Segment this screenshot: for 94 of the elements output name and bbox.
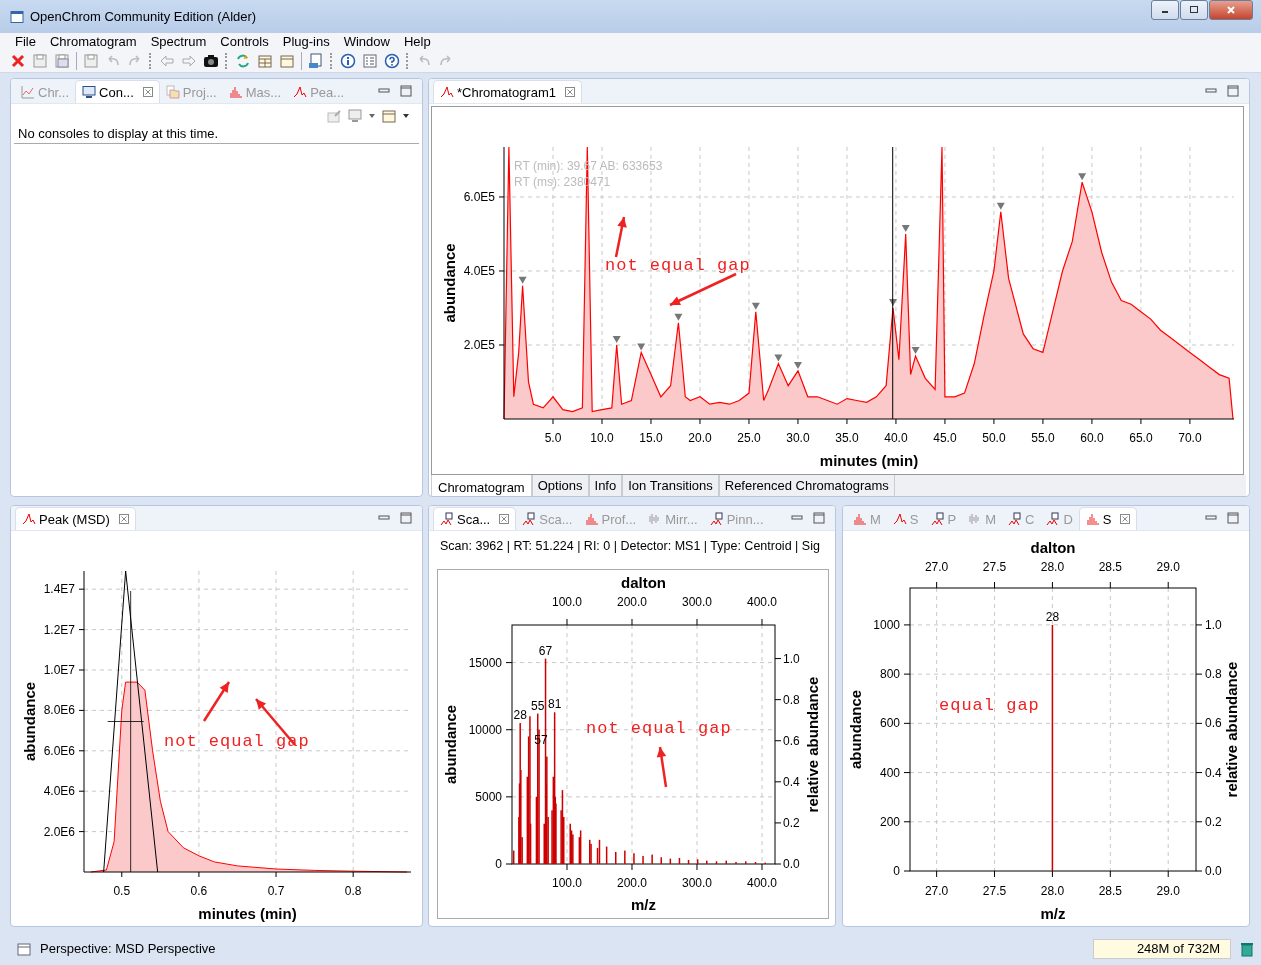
tick-label: 6.0E5 (463, 189, 495, 204)
tick-label: 0.2 (783, 815, 800, 830)
tick-label: 1000 (873, 617, 900, 632)
tick-label: 200 (879, 814, 900, 829)
peak-label: 28 (1045, 609, 1060, 624)
tick-label: 0 (495, 857, 502, 871)
tick-label: 100.0 (552, 876, 582, 890)
tick-label: 400.0 (747, 876, 777, 890)
window-title: OpenChrom Community Edition (Alder) (30, 9, 257, 24)
tick-label: 300.0 (682, 876, 712, 890)
tick-label: 35.0 (835, 431, 859, 445)
tick-label: 1.4E7 (43, 582, 75, 597)
tick-label: 1.0E7 (43, 663, 75, 677)
axis-title: abundance (441, 243, 458, 323)
axis-title: minutes (min) (198, 905, 297, 922)
axis-title: m/z (1040, 905, 1066, 922)
axis-title: abundance (21, 681, 38, 762)
tick-label: 40.0 (884, 431, 908, 445)
scan-info: Scan: 3962 | RT: 51.224 | RI: 0 | Detector: MS1 | Type: Centroid | Sig (439, 539, 821, 555)
tick-label: 30.0 (786, 431, 810, 445)
tick-label: 0.2 (1205, 814, 1222, 829)
tick-label: 28.0 (1040, 560, 1065, 574)
tick-label: 300.0 (682, 595, 712, 609)
tick-label: 15000 (468, 655, 502, 670)
tick-label: 0.8 (783, 692, 800, 707)
tick-label: 10000 (468, 722, 502, 737)
tick-label: 28.5 (1098, 560, 1122, 574)
peak-label: 55 (531, 698, 545, 713)
tick-label: 4.0E6 (43, 784, 75, 799)
axis-title: dalton (1030, 539, 1076, 556)
axis-title: minutes (min) (819, 452, 919, 469)
tick-label: 27.5 (982, 884, 1007, 898)
tick-label: 60.0 (1080, 431, 1104, 445)
annotation-note: not equal gap (586, 719, 732, 738)
annotation-note: not equal gap (164, 732, 310, 751)
tick-label: 28.0 (1040, 884, 1065, 898)
perspective-label: Perspective: MSD Perspective (40, 941, 216, 956)
tick-label: 400.0 (747, 595, 777, 609)
tick-label: 1.2E7 (43, 622, 75, 637)
axis-title: relative abundance (1223, 661, 1240, 798)
tick-label: 0.0 (783, 857, 800, 871)
peak-label: 81 (547, 697, 562, 712)
tick-label: 28.5 (1098, 884, 1122, 898)
peak-label: 28 (513, 708, 527, 722)
tick-label: 20.0 (688, 431, 712, 445)
axis-title: dalton (621, 574, 666, 591)
tick-label: 200.0 (617, 595, 647, 609)
tick-label: 400 (879, 765, 900, 780)
tick-label: 10.0 (590, 431, 614, 445)
tick-label: 29.0 (1156, 884, 1180, 898)
tick-label: 4.0E5 (463, 263, 495, 278)
tick-label: 27.5 (982, 560, 1007, 574)
tick-label: 2.0E6 (43, 824, 75, 839)
tick-label: 0.8 (344, 884, 362, 898)
tick-label: 8.0E6 (43, 703, 75, 718)
tick-label: 5000 (475, 789, 502, 804)
tick-label: 6.0E6 (43, 743, 75, 758)
tick-label: 0.4 (1205, 765, 1222, 780)
memory-indicator: 248M of 732M (1093, 938, 1231, 959)
console-message: No consoles to display at this time. (14, 126, 419, 144)
tick-label: 29.0 (1156, 560, 1180, 574)
tick-label: 0.4 (783, 774, 800, 789)
tick-label: 0.0 (1205, 864, 1222, 878)
tick-label: 0.6 (190, 884, 208, 898)
tick-label: 45.0 (933, 431, 957, 445)
peak-label: 67 (538, 643, 553, 658)
tick-label: 1.0 (783, 651, 800, 666)
tick-label: 27.0 (924, 884, 949, 898)
tick-label: 800 (879, 667, 900, 682)
tick-label: 600 (879, 716, 900, 731)
tick-label: 15.0 (639, 431, 663, 445)
annotation-note: equal gap (939, 696, 1040, 715)
tick-label: 65.0 (1129, 431, 1153, 445)
tick-label: 0.5 (113, 884, 131, 898)
tick-label: 5.0 (544, 431, 562, 445)
tick-label: 55.0 (1031, 431, 1055, 445)
axis-title: abundance (847, 689, 864, 770)
tick-label: 0.6 (783, 733, 800, 748)
tick-label: 0.6 (1205, 716, 1222, 731)
axis-title: m/z (631, 896, 656, 913)
tick-label: 50.0 (982, 431, 1006, 445)
tick-label: 200.0 (617, 876, 647, 890)
tick-label: 100.0 (552, 595, 582, 609)
tick-label: 27.0 (924, 560, 949, 574)
axis-title: relative abundance (804, 676, 821, 813)
tick-label: 2.0E5 (463, 338, 495, 352)
tick-label: 25.0 (737, 431, 761, 445)
tick-label: 0.8 (1205, 667, 1222, 682)
annotation-note: not equal gap (605, 256, 751, 275)
tick-label: 70.0 (1178, 431, 1202, 445)
tick-label: 0.7 (267, 884, 285, 898)
tick-label: 1.0 (1205, 617, 1222, 632)
axis-title: abundance (442, 704, 459, 785)
tick-label: 0 (893, 864, 900, 878)
